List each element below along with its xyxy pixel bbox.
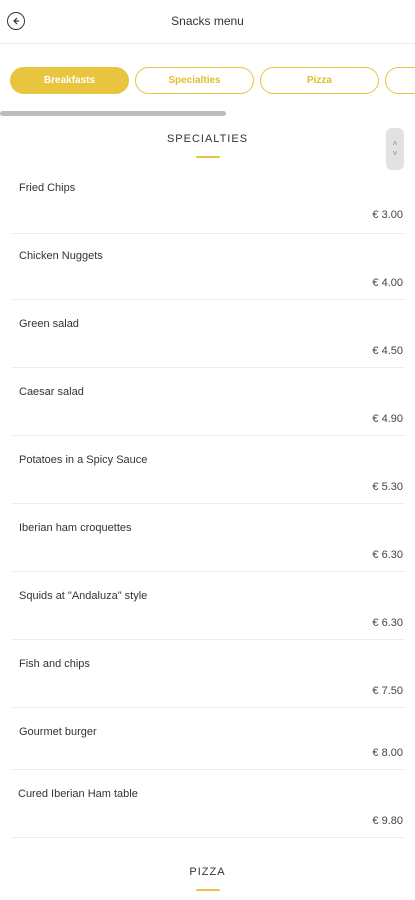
list-item[interactable]: Fried Chips € 3.00: [12, 182, 405, 234]
item-price: € 6.30: [372, 617, 403, 629]
tab-next[interactable]: [385, 67, 415, 94]
list-item[interactable]: Squids at "Andaluza" style € 6.30: [12, 590, 405, 640]
tab-pizza[interactable]: Pizza: [260, 67, 379, 94]
item-name: Iberian ham croquettes: [19, 522, 132, 534]
section-title-pizza: PIZZA: [189, 866, 226, 878]
chevron-down-icon: ˅: [392, 149, 398, 158]
item-name: Fish and chips: [19, 658, 90, 670]
item-price: € 3.00: [372, 209, 403, 221]
list-item[interactable]: Chicken Nuggets € 4.00: [12, 250, 405, 300]
item-name: Fried Chips: [19, 182, 76, 194]
list-item[interactable]: Caesar salad € 4.90: [12, 386, 405, 436]
item-price: € 8.00: [372, 747, 403, 759]
header-bar: Snacks menu: [0, 0, 415, 44]
category-tabs: Breakfasts Specialties Pizza: [0, 60, 415, 100]
item-name: Potatoes in a Spicy Sauce: [19, 454, 148, 466]
item-name: Gourmet burger: [19, 726, 97, 738]
section-underline: [196, 156, 220, 158]
item-name: Chicken Nuggets: [19, 250, 103, 262]
item-price: € 5.30: [372, 481, 403, 493]
item-price: € 6.30: [372, 549, 403, 561]
list-item[interactable]: Green salad € 4.50: [12, 318, 405, 368]
vertical-scrollbar[interactable]: ˄ ˅: [386, 128, 404, 170]
list-item[interactable]: Gourmet burger € 8.00: [12, 726, 405, 770]
item-name: Green salad: [19, 318, 79, 330]
tab-breakfasts[interactable]: Breakfasts: [10, 67, 129, 94]
item-price: € 4.00: [372, 277, 403, 289]
item-name: Cured Iberian Ham table: [18, 788, 138, 800]
item-price: € 7.50: [372, 685, 403, 697]
item-price: € 9.80: [372, 815, 403, 827]
page-title: Snacks menu: [171, 14, 244, 28]
item-name: Squids at "Andaluza" style: [19, 590, 148, 602]
list-item[interactable]: Fish and chips € 7.50: [12, 658, 405, 708]
list-item[interactable]: Cured Iberian Ham table € 9.80: [12, 788, 405, 838]
chevron-up-icon: ˄: [392, 139, 398, 148]
section-title-specialties: SPECIALTIES: [166, 133, 249, 145]
tab-specialties[interactable]: Specialties: [135, 67, 254, 94]
item-price: € 4.90: [372, 413, 403, 425]
section-underline: [196, 889, 220, 891]
item-name: Caesar salad: [19, 386, 84, 398]
item-price: € 4.50: [372, 345, 403, 357]
horizontal-scrollbar[interactable]: [0, 111, 226, 116]
list-item[interactable]: Iberian ham croquettes € 6.30: [12, 522, 405, 572]
list-item[interactable]: Potatoes in a Spicy Sauce € 5.30: [12, 454, 405, 504]
